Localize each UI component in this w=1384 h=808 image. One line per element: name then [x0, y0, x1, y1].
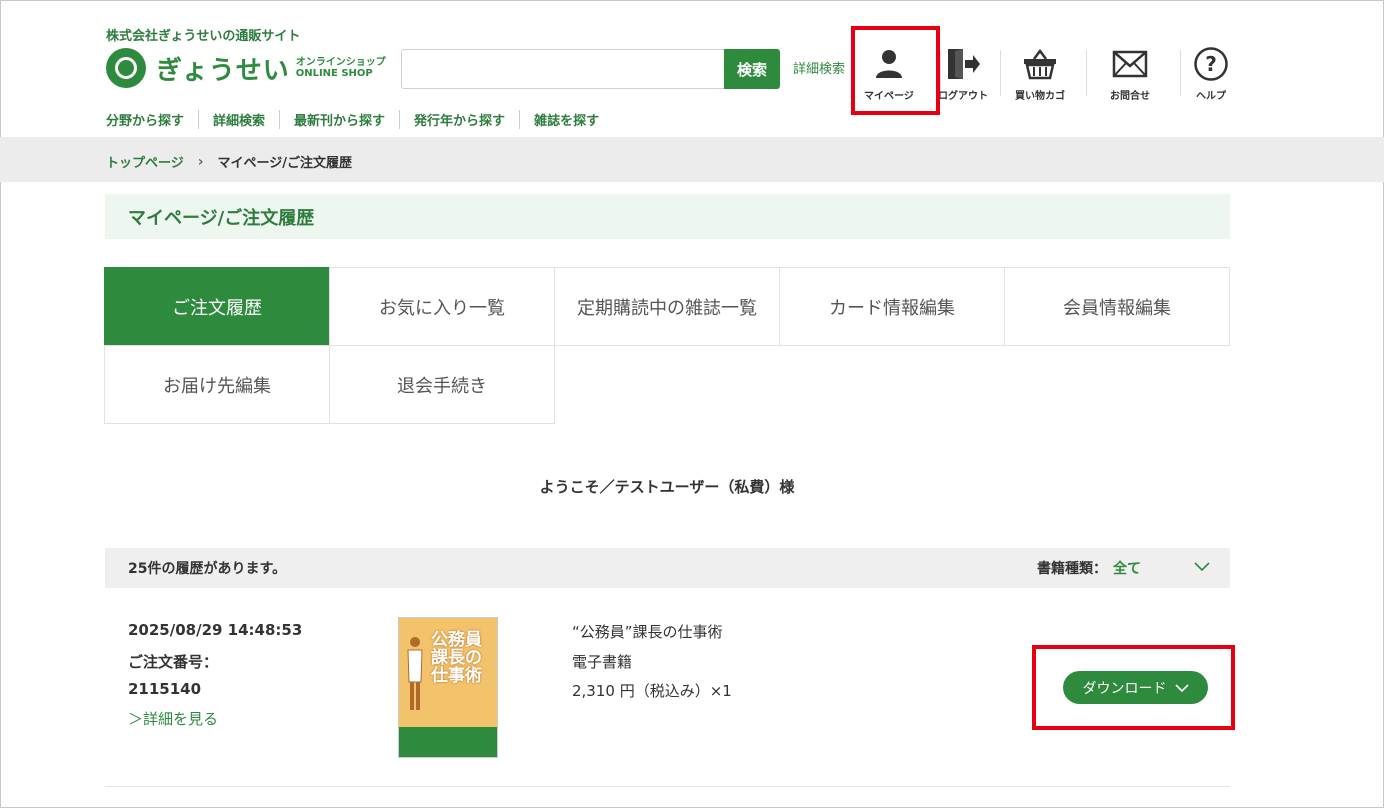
- search-input[interactable]: [401, 49, 725, 89]
- breadcrumb-home[interactable]: トップページ: [106, 152, 184, 171]
- mail-icon: [1112, 44, 1148, 84]
- help-button[interactable]: ? ヘルプ: [1193, 44, 1229, 102]
- nav-by-year[interactable]: 発行年から探す: [399, 110, 519, 129]
- logout-door-icon: [945, 44, 981, 84]
- nav-new-releases[interactable]: 最新刊から探す: [279, 110, 399, 129]
- order-number: 2115140: [128, 680, 202, 698]
- page-title: マイページ/ご注文履歴: [128, 208, 315, 229]
- book-cover-band: [399, 727, 497, 757]
- item-type: 電子書籍: [572, 653, 633, 671]
- row-divider: [105, 786, 1230, 787]
- filter-label: 書籍種類：: [1037, 561, 1107, 577]
- nav-magazines[interactable]: 雑誌を探す: [519, 110, 613, 129]
- divider: [1180, 50, 1181, 96]
- tab-subscriptions[interactable]: 定期購読中の雑誌一覧: [554, 267, 780, 346]
- tab-member-info[interactable]: 会員情報編集: [1004, 267, 1230, 346]
- tab-card-info[interactable]: カード情報編集: [779, 267, 1005, 346]
- breadcrumb: トップページ › マイページ/ご注文履歴: [106, 152, 353, 172]
- history-count: 25件の履歴があります。: [128, 561, 287, 577]
- chevron-down-icon: [1193, 560, 1211, 576]
- book-cover-image[interactable]: 公務員 課長の 仕事術: [398, 617, 498, 758]
- chevron-right-icon: ›: [197, 153, 204, 170]
- search-button[interactable]: 検索: [724, 49, 780, 89]
- item-price: 2,310 円（税込み）×1: [572, 682, 732, 700]
- tab-withdraw[interactable]: 退会手続き: [329, 345, 555, 424]
- order-detail-link[interactable]: ＞詳細を見る: [128, 708, 218, 729]
- contact-button[interactable]: お問合せ: [1110, 44, 1150, 102]
- nav-advanced-search[interactable]: 詳細検索: [198, 110, 279, 129]
- logo-subtext: オンラインショップ ONLINE SHOP: [295, 56, 386, 80]
- advanced-search-link[interactable]: 詳細検索: [793, 58, 845, 77]
- order-date: 2025/08/29 14:48:53: [128, 621, 303, 639]
- basket-icon: [1022, 44, 1058, 84]
- item-title[interactable]: “公務員”課長の仕事術: [572, 621, 723, 642]
- divider: [1086, 50, 1087, 96]
- book-cover-title: 公務員 課長の 仕事術: [431, 630, 482, 686]
- welcome-message: ようこそ／テストユーザー（私費）様: [539, 478, 795, 496]
- order-number-label: ご注文番号：: [128, 653, 219, 671]
- help-question-icon: ?: [1193, 44, 1229, 84]
- company-tagline: 株式会社ぎょうせいの通販サイト: [106, 29, 301, 44]
- divider: [1000, 50, 1001, 96]
- book-type-filter[interactable]: 書籍種類： 全て: [1037, 558, 1210, 578]
- cart-button[interactable]: 買い物カゴ: [1015, 44, 1065, 102]
- site-logo[interactable]: ぎょうせい オンラインショップ ONLINE SHOP: [106, 48, 386, 88]
- tab-order-history[interactable]: ご注文履歴: [104, 267, 330, 346]
- highlight-box-mypage: [851, 26, 940, 115]
- logo-text: ぎょうせい: [156, 55, 290, 86]
- tab-favorites[interactable]: お気に入り一覧: [329, 267, 555, 346]
- person-illustration: [407, 637, 423, 710]
- nav-by-field[interactable]: 分野から探す: [106, 110, 198, 129]
- breadcrumb-current: マイページ/ご注文履歴: [217, 156, 353, 171]
- category-nav: 分野から探す 詳細検索 最新刊から探す 発行年から探す 雑誌を探す: [106, 110, 613, 129]
- svg-text:?: ?: [1205, 52, 1217, 76]
- logout-button[interactable]: ログアウト: [938, 44, 988, 102]
- highlight-box-download: [1032, 645, 1235, 730]
- filter-value: 全て: [1113, 561, 1141, 577]
- logo-mark-icon: [106, 48, 146, 88]
- tab-delivery-address[interactable]: お届け先編集: [104, 345, 330, 424]
